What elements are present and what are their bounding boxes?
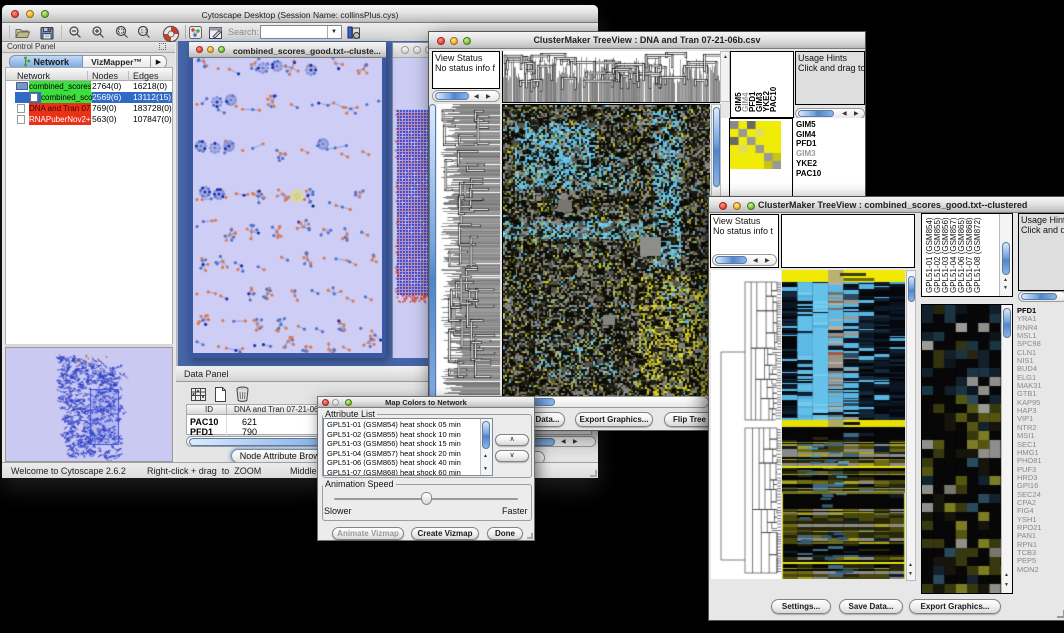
svg-text:1:1: 1:1	[141, 29, 148, 35]
